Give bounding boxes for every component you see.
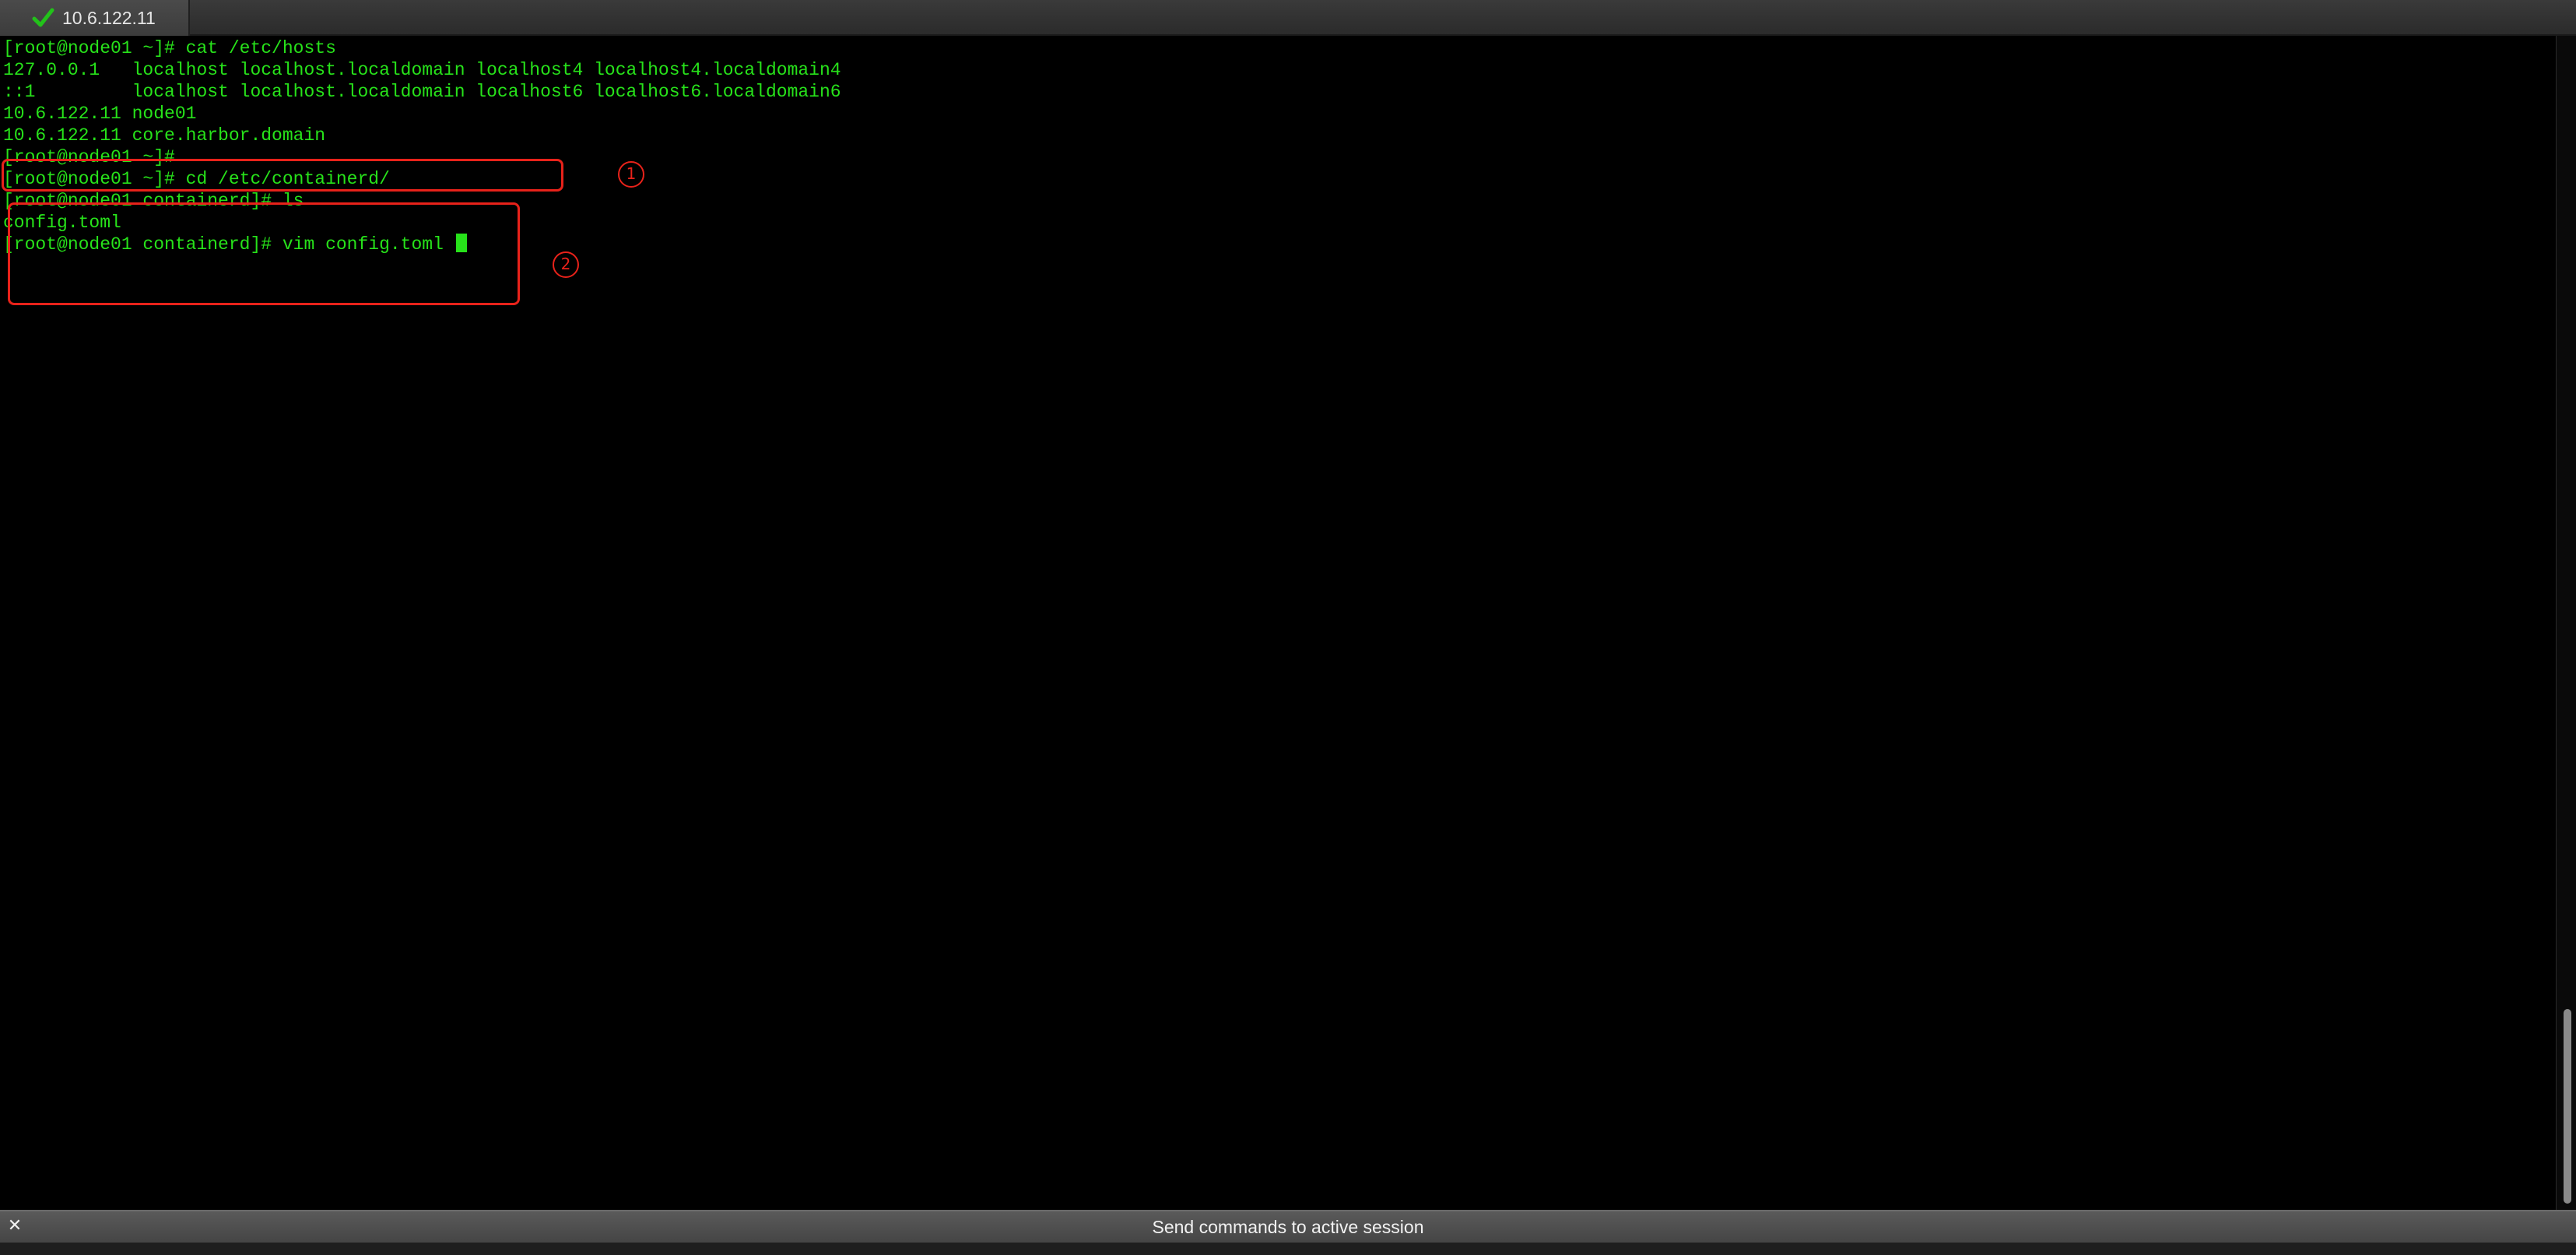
annotation-box-1 (2, 159, 563, 192)
terminal-app-window: 10.6.122.11 [root@node01 ~]# cat /etc/ho… (0, 0, 2576, 1255)
close-icon[interactable]: ✕ (5, 1216, 25, 1236)
tab-bar: 10.6.122.11 (0, 0, 2576, 36)
window-bottom-edge (0, 1243, 2576, 1255)
vertical-scrollbar[interactable] (2556, 36, 2576, 1210)
green-check-icon (32, 8, 54, 27)
session-tab[interactable]: 10.6.122.11 (0, 0, 190, 36)
terminal-line: 10.6.122.11 node01 (3, 104, 197, 124)
terminal-line: [root@node01 ~]# cat /etc/hosts (3, 38, 336, 58)
terminal-line: 127.0.0.1 localhost localhost.localdomai… (3, 60, 841, 80)
scrollbar-thumb[interactable] (2564, 1009, 2571, 1204)
command-bar-label: Send commands to active session (1152, 1217, 1424, 1237)
annotation-number-2: 2 (553, 251, 579, 278)
terminal-line: 10.6.122.11 core.harbor.domain (3, 125, 326, 146)
terminal-output[interactable]: [root@node01 ~]# cat /etc/hosts 127.0.0.… (0, 36, 2556, 1210)
annotation-box-2 (8, 202, 520, 305)
terminal-line: ::1 localhost localhost.localdomain loca… (3, 82, 841, 102)
annotation-number-1: 1 (618, 161, 644, 188)
session-tab-label: 10.6.122.11 (62, 8, 156, 28)
command-bar[interactable]: Send commands to active session ✕ (0, 1210, 2576, 1243)
